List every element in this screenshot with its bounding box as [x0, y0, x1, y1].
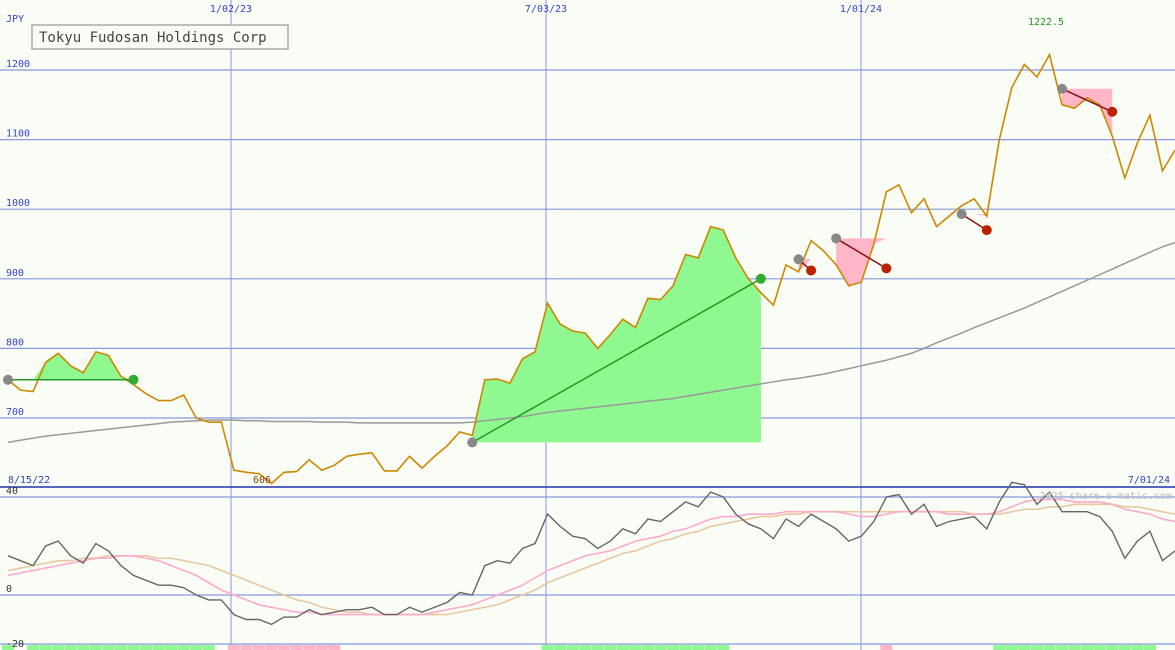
histogram-bar: [1043, 645, 1056, 650]
histogram-bar: [1081, 645, 1094, 650]
exit-marker: [806, 265, 817, 276]
histogram-bar: [227, 645, 240, 650]
end-date-label: 7/01/24: [1128, 475, 1170, 486]
histogram-bar: [77, 645, 90, 650]
histogram-bar: [629, 645, 642, 650]
histogram-bar: [1030, 645, 1043, 650]
entry-marker: [467, 437, 478, 448]
indicator-signal-line: [7, 498, 1175, 616]
gain-area: [472, 226, 761, 443]
histogram-bar: [328, 645, 341, 650]
histogram-bar: [1018, 645, 1031, 650]
histogram-bar: [114, 645, 127, 650]
histogram-bar: [616, 645, 629, 650]
indicator-tick-label: 0: [6, 584, 12, 595]
exit-marker: [981, 225, 992, 236]
indicator-tick-label: 40: [6, 486, 18, 497]
histogram-bar: [278, 645, 291, 650]
exit-marker: [128, 374, 139, 385]
histogram-bar: [64, 645, 77, 650]
y-tick-label: 900: [6, 268, 24, 279]
histogram-bar: [1068, 645, 1081, 650]
histogram-bar: [541, 645, 554, 650]
histogram-bar: [604, 645, 617, 650]
entry-marker: [831, 233, 842, 244]
title-box: Tokyu Fudosan Holdings Corp: [31, 24, 289, 50]
histogram-bar: [290, 645, 303, 650]
entry-marker: [793, 254, 804, 265]
y-tick-label: 800: [6, 337, 24, 348]
trade-2: [472, 226, 761, 443]
histogram-bar: [679, 645, 692, 650]
histogram-bar: [717, 645, 730, 650]
indicator-tick-label: -20: [6, 639, 24, 650]
price-chart: 700 800 900 1000 1100 1200 40 0 -20 JPY 1/02/23 7/0…: [0, 0, 1175, 650]
histogram-bar: [102, 645, 115, 650]
high-label: 1222.5: [1028, 17, 1064, 28]
loss-area: [1062, 88, 1113, 137]
histogram-bar: [1143, 645, 1156, 650]
x-tick-label: 1/02/23: [210, 4, 252, 15]
histogram-bar: [591, 645, 604, 650]
histogram-bar: [315, 645, 328, 650]
entry-marker: [3, 374, 13, 385]
histogram-bar: [39, 645, 52, 650]
histogram-bar: [177, 645, 190, 650]
histogram-bar: [265, 645, 278, 650]
currency-label: JPY: [6, 14, 24, 25]
histogram-bar: [667, 645, 680, 650]
histogram-bar: [1056, 645, 1069, 650]
histogram-bar: [27, 645, 40, 650]
histogram-bar: [692, 645, 705, 650]
exit-marker: [881, 263, 892, 274]
x-tick-label: 7/03/23: [525, 4, 567, 15]
histogram-bar: [303, 645, 316, 650]
y-tick-label: 1200: [6, 59, 30, 70]
histogram-bar: [240, 645, 253, 650]
histogram-bar: [654, 645, 667, 650]
histogram-bar: [704, 645, 717, 650]
histogram-bar: [202, 645, 215, 650]
histogram-bar: [1118, 645, 1131, 650]
indicator-slow-line: [7, 503, 1175, 616]
histogram-bar: [1106, 645, 1119, 650]
histogram-bar: [252, 645, 265, 650]
histogram-bar: [52, 645, 65, 650]
histogram-bar: [880, 645, 893, 650]
y-tick-label: 1000: [6, 198, 30, 209]
histogram-bar: [1093, 645, 1106, 650]
histogram-bar: [1131, 645, 1144, 650]
histogram-bar: [127, 645, 140, 650]
histogram-bar: [1005, 645, 1018, 650]
histogram-bar: [140, 645, 153, 650]
low-label: 606: [253, 475, 271, 486]
histogram-bar: [566, 645, 579, 650]
exit-marker: [1107, 106, 1118, 117]
entry-marker: [956, 209, 967, 220]
histogram-bar: [190, 645, 203, 650]
indicator-main-line: [7, 481, 1175, 626]
x-tick-label: 1/01/24: [840, 4, 882, 15]
histogram-bar: [641, 645, 654, 650]
watermark: 2025 share-o-matic.com: [1040, 491, 1172, 502]
histogram-bar: [165, 645, 178, 650]
histogram-bar: [554, 645, 567, 650]
y-tick-label: 1100: [6, 129, 30, 140]
y-tick-label: 700: [6, 407, 24, 418]
entry-marker: [1057, 83, 1068, 94]
trade-6: [1062, 88, 1113, 137]
histogram-bar: [579, 645, 592, 650]
histogram-bar: [993, 645, 1006, 650]
chart-title: Tokyu Fudosan Holdings Corp: [39, 30, 267, 46]
exit-marker: [755, 273, 766, 284]
histogram-bar: [89, 645, 102, 650]
histogram-bar: [152, 645, 165, 650]
start-date-label: 8/15/22: [8, 475, 50, 486]
